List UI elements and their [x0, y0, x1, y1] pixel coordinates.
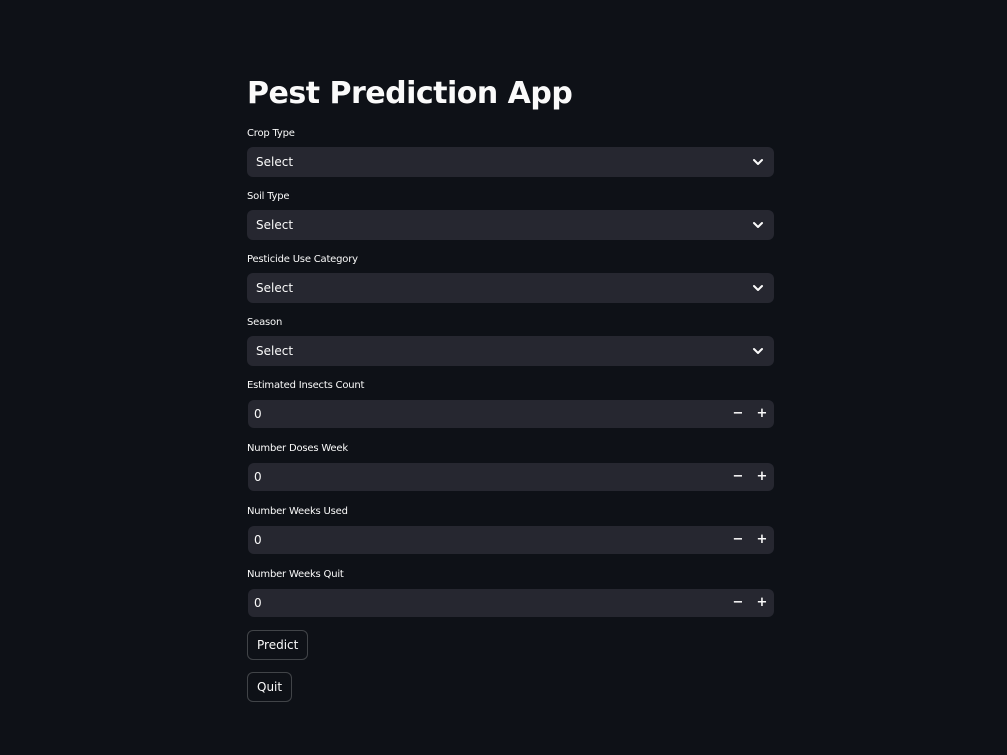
predict-button[interactable]: Predict [247, 630, 309, 660]
number-weeks-used-label: Number Weeks Used [247, 506, 348, 517]
chevron-down-icon [753, 222, 763, 228]
season-select[interactable]: Select [247, 336, 774, 366]
estimated-insects-count-decrement-button[interactable]: − [726, 400, 750, 428]
number-weeks-quit-input[interactable] [248, 589, 718, 617]
number-weeks-quit-label: Number Weeks Quit [247, 569, 344, 580]
estimated-insects-count-label: Estimated Insects Count [247, 380, 365, 391]
chevron-down-icon [753, 348, 763, 354]
pesticide-use-category-select[interactable]: Select [247, 273, 774, 303]
pesticide-use-category-select-value: Select [256, 281, 294, 295]
chevron-down-icon [753, 159, 763, 165]
number-doses-week-label: Number Doses Week [247, 443, 348, 454]
number-weeks-used-decrement-button[interactable]: − [726, 526, 750, 554]
number-weeks-quit-decrement-button[interactable]: − [726, 589, 750, 617]
number-weeks-used-increment-button[interactable]: + [750, 526, 774, 554]
season-select-value: Select [256, 344, 294, 358]
number-doses-week-increment-button[interactable]: + [750, 463, 774, 491]
soil-type-select-value: Select [256, 218, 294, 232]
number-weeks-quit-increment-button[interactable]: + [750, 589, 774, 617]
crop-type-select[interactable]: Select [247, 147, 774, 177]
crop-type-label: Crop Type [247, 128, 295, 139]
chevron-down-icon [753, 285, 763, 291]
number-doses-week-input[interactable] [248, 463, 718, 491]
soil-type-select[interactable]: Select [247, 210, 774, 240]
soil-type-label: Soil Type [247, 191, 290, 202]
quit-button[interactable]: Quit [247, 672, 293, 702]
number-weeks-used-input[interactable] [248, 526, 718, 554]
estimated-insects-count-field: − + [248, 400, 774, 428]
number-doses-week-field: − + [248, 463, 774, 491]
page-title: Pest Prediction App [247, 76, 573, 111]
crop-type-select-value: Select [256, 155, 294, 169]
number-doses-week-decrement-button[interactable]: − [726, 463, 750, 491]
estimated-insects-count-increment-button[interactable]: + [750, 400, 774, 428]
number-weeks-quit-field: − + [248, 589, 774, 617]
estimated-insects-count-input[interactable] [248, 400, 718, 428]
season-label: Season [247, 317, 283, 328]
pesticide-use-category-label: Pesticide Use Category [247, 254, 358, 265]
number-weeks-used-field: − + [248, 526, 774, 554]
